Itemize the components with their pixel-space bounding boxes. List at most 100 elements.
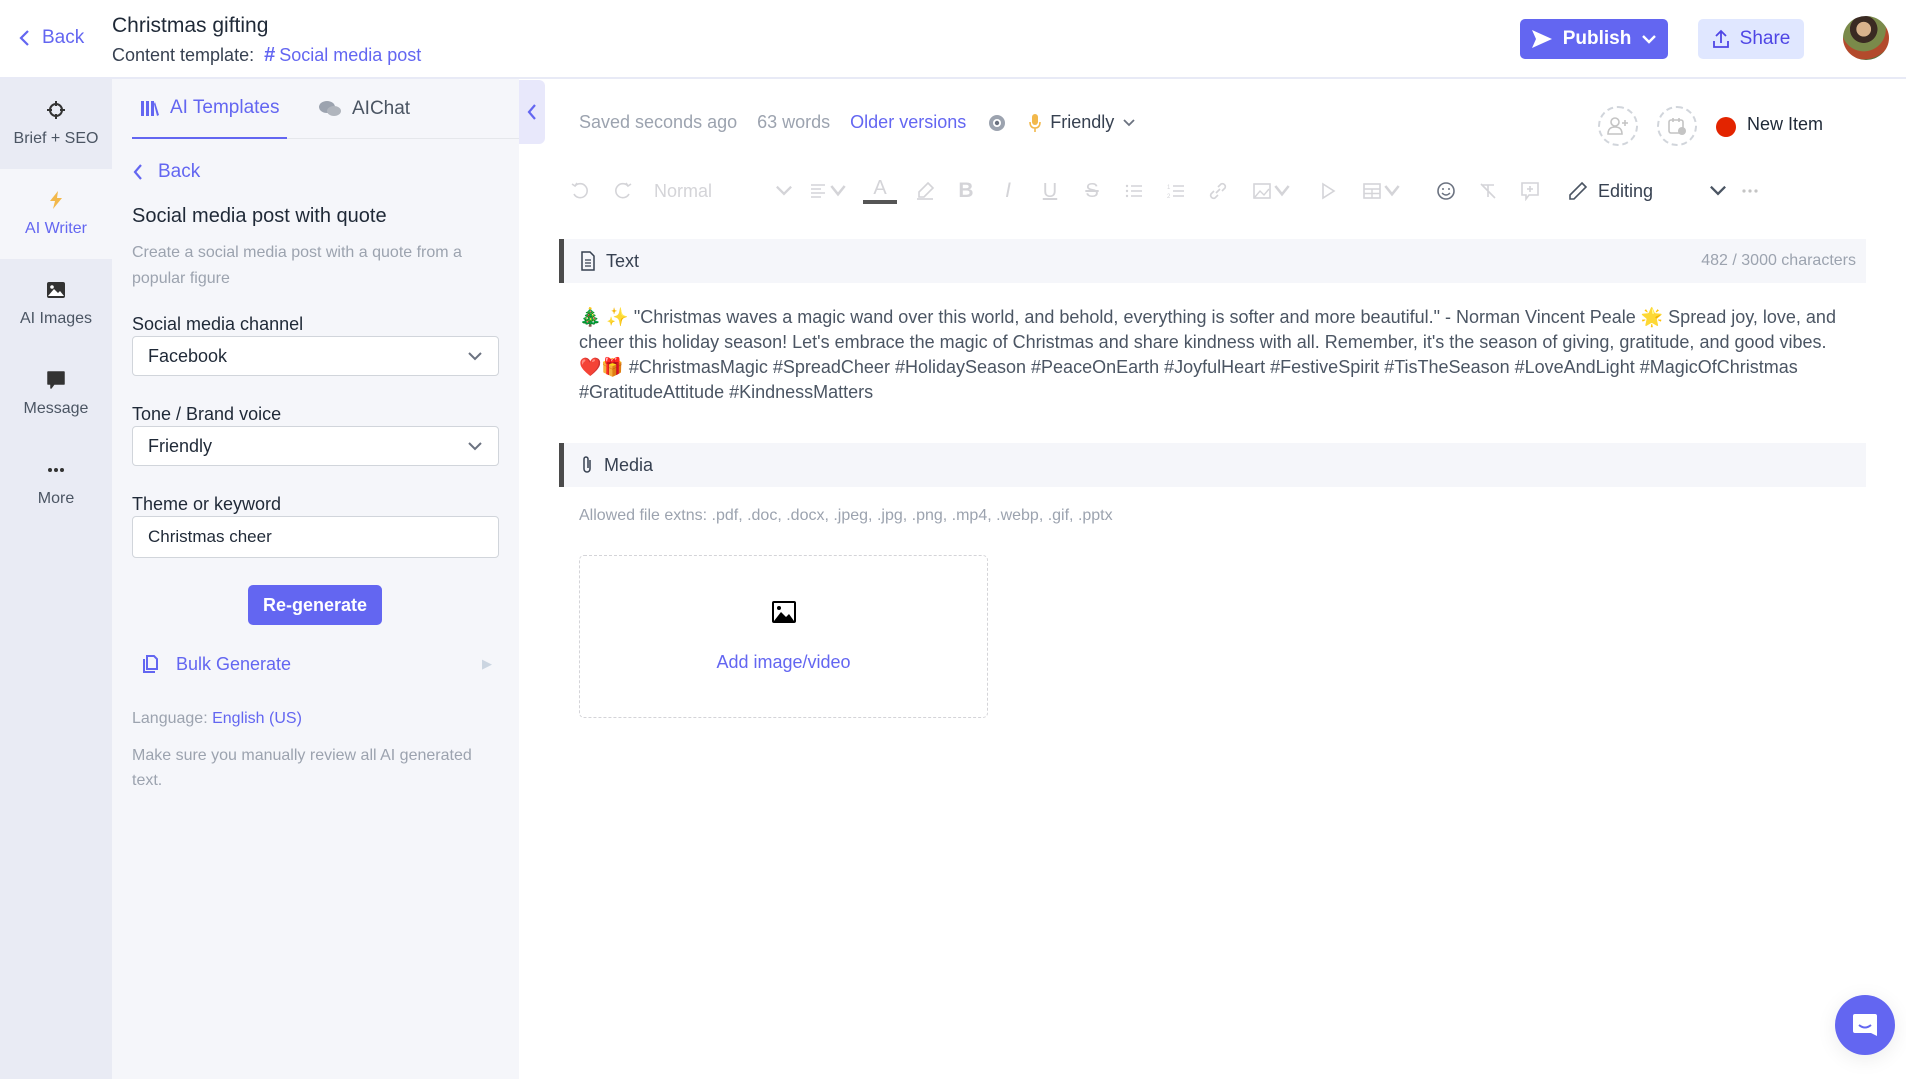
link-icon: [1209, 182, 1227, 200]
library-icon: [141, 101, 159, 116]
link-button[interactable]: [1206, 176, 1230, 206]
header-back-button[interactable]: Back: [18, 27, 84, 49]
panel-back-button[interactable]: Back: [132, 161, 200, 183]
microphone-icon: [1029, 113, 1042, 132]
channel-select[interactable]: Facebook: [132, 336, 499, 376]
underline-button[interactable]: U: [1038, 176, 1062, 206]
chat-bubble-icon: [47, 371, 65, 389]
share-button[interactable]: Share: [1698, 19, 1804, 59]
rail-item-more[interactable]: More: [0, 439, 112, 529]
older-versions-link[interactable]: Older versions: [850, 112, 966, 133]
language-value[interactable]: English (US): [212, 710, 302, 727]
media-section-header: Media: [559, 443, 1866, 487]
chat-bubbles-icon: [319, 101, 341, 116]
schedule-button[interactable]: [1657, 106, 1697, 146]
text-color-icon: A: [873, 177, 887, 199]
lightning-icon: [50, 191, 62, 209]
insert-video-button[interactable]: [1316, 176, 1340, 206]
rail-item-message[interactable]: Message: [0, 349, 112, 439]
word-count: 63 words: [757, 112, 831, 132]
bold-button[interactable]: B: [954, 176, 978, 206]
theme-input[interactable]: [132, 516, 499, 558]
support-chat-button[interactable]: [1835, 995, 1895, 1055]
clear-format-button[interactable]: [1476, 176, 1500, 206]
tone-label: Tone / Brand voice: [132, 404, 282, 424]
more-options-button[interactable]: [1738, 176, 1762, 206]
send-icon: [1531, 30, 1552, 48]
rail-item-ai-images[interactable]: AI Images: [0, 259, 112, 349]
play-arrow-icon: ▶: [482, 656, 492, 671]
emoji-button[interactable]: [1434, 176, 1458, 206]
rail-label: Message: [23, 400, 89, 417]
image-icon: [771, 601, 796, 623]
eye-icon[interactable]: [986, 114, 1008, 132]
strikethrough-button[interactable]: S: [1080, 176, 1104, 206]
editing-mode-label: Editing: [1598, 180, 1654, 201]
text-color-button[interactable]: A: [863, 176, 897, 206]
text-section-header: Text 482 / 3000 characters: [559, 239, 1866, 283]
chevron-down-icon: [1710, 185, 1726, 196]
rail-item-ai-writer[interactable]: AI Writer: [0, 169, 112, 259]
rail-label: AI Writer: [25, 220, 87, 237]
content-template-line: Content template: # Social media post: [112, 44, 421, 67]
pencil-icon: [1569, 181, 1588, 200]
style-value: Normal: [654, 180, 713, 201]
calendar-icon: [1668, 118, 1686, 135]
bulk-generate-label: Bulk Generate: [176, 653, 292, 674]
editor-toolbar: Normal A B I U S 12 Editing: [568, 176, 1768, 206]
user-avatar[interactable]: [1843, 16, 1889, 60]
align-button[interactable]: [806, 176, 850, 206]
undo-icon: [571, 182, 588, 199]
header-back-label: Back: [42, 27, 85, 48]
add-comment-button[interactable]: [1518, 176, 1542, 206]
bulk-generate-button[interactable]: Bulk Generate ▶: [142, 647, 492, 681]
post-text-content[interactable]: 🎄 ✨ "Christmas waves a magic wand over t…: [579, 305, 1849, 405]
channel-label: Social media channel: [132, 314, 304, 334]
status-label[interactable]: New Item: [1747, 114, 1823, 135]
media-section-label: Media: [604, 454, 654, 475]
panel-tabs: AI Templates AIChat: [132, 79, 519, 139]
left-rail: Brief + SEO AI Writer AI Images Message …: [0, 79, 112, 1079]
italic-button[interactable]: I: [996, 176, 1020, 206]
undo-button[interactable]: [568, 176, 592, 206]
tab-ai-templates[interactable]: AI Templates: [132, 79, 288, 139]
redo-button[interactable]: [611, 176, 635, 206]
tab-aichat[interactable]: AIChat: [310, 79, 418, 139]
tone-value: Friendly: [148, 435, 213, 456]
chevron-left-icon: [527, 104, 536, 120]
chevron-down-icon: [468, 442, 482, 451]
table-icon: [1363, 183, 1381, 199]
bullet-list-button[interactable]: [1122, 176, 1146, 206]
regenerate-button[interactable]: Re-generate: [248, 585, 382, 625]
collapse-panel-button[interactable]: [519, 80, 545, 144]
numbered-list-button[interactable]: 12: [1164, 176, 1188, 206]
add-media-label: Add image/video: [716, 652, 851, 672]
rail-label: AI Images: [19, 310, 93, 327]
more-dots-icon: [1742, 189, 1758, 193]
editing-mode-select[interactable]: Editing: [1568, 176, 1728, 206]
template-link[interactable]: # Social media post: [264, 44, 421, 67]
chevron-down-icon: [1384, 185, 1400, 197]
tone-label: Friendly: [1050, 112, 1115, 132]
share-label: Share: [1739, 28, 1791, 49]
top-header: Back Christmas gifting Content template:…: [0, 0, 1906, 79]
paperclip-icon: [583, 456, 591, 473]
highlight-button[interactable]: [910, 176, 940, 206]
assign-user-button[interactable]: [1598, 106, 1638, 146]
rail-item-brief-seo[interactable]: Brief + SEO: [0, 79, 112, 169]
tone-dropdown[interactable]: Friendly: [1028, 112, 1136, 133]
media-dropzone[interactable]: Add image/video: [579, 555, 988, 718]
status-indicator: [1716, 117, 1736, 137]
svg-text:2: 2: [1167, 194, 1171, 200]
publish-label: Publish: [1562, 28, 1632, 49]
align-icon: [811, 184, 825, 198]
more-dots-icon: [48, 468, 64, 472]
insert-table-button[interactable]: [1358, 176, 1406, 206]
comment-plus-icon: [1521, 182, 1539, 201]
editor-meta-bar: Saved seconds ago 63 words Older version…: [579, 112, 1136, 133]
tone-select[interactable]: Friendly: [132, 426, 499, 466]
insert-image-button[interactable]: [1248, 176, 1296, 206]
paragraph-style-select[interactable]: Normal: [654, 176, 794, 206]
chevron-left-icon: [19, 30, 29, 46]
publish-button[interactable]: Publish: [1520, 19, 1668, 59]
